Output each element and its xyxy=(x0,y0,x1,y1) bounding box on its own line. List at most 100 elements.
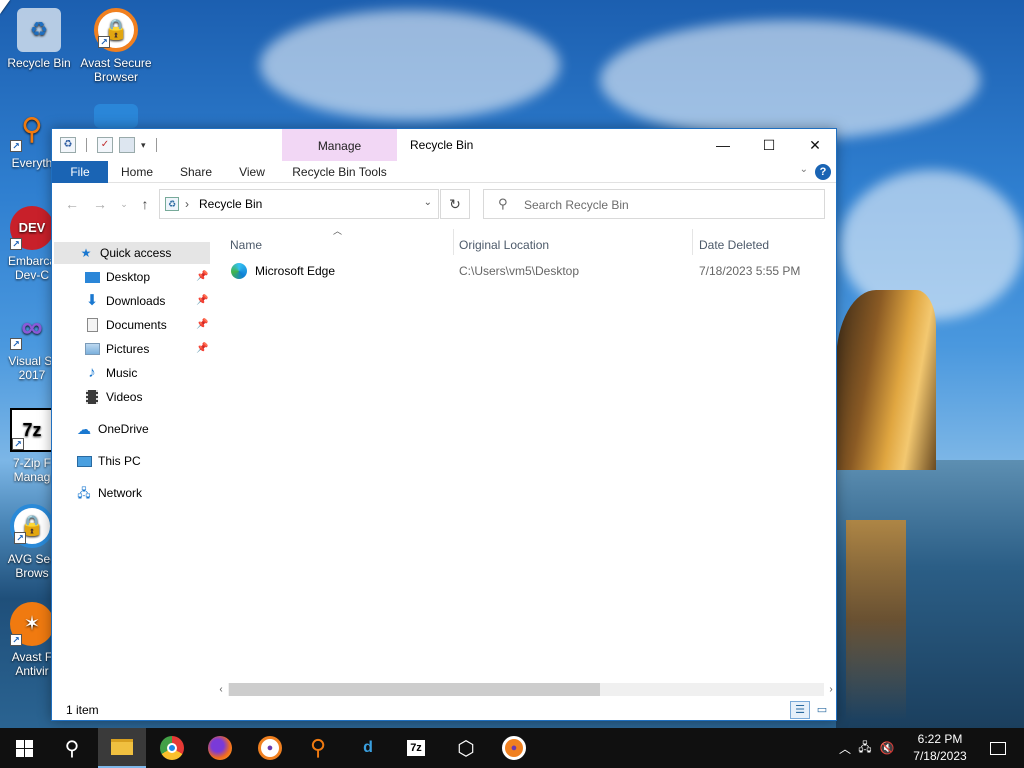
everything-search-icon: ⚲ ↗ xyxy=(10,108,54,152)
horizontal-scrollbar[interactable]: ‹ › xyxy=(214,681,836,698)
column-header-date-deleted[interactable]: Date Deleted xyxy=(699,234,829,256)
new-folder-icon[interactable] xyxy=(119,137,135,153)
scroll-thumb[interactable] xyxy=(229,683,600,696)
network-status-icon[interactable]: 🖧 xyxy=(854,738,876,759)
item-count: 1 item xyxy=(66,703,99,717)
nav-network[interactable]: 🖧 Network xyxy=(76,482,210,504)
qat-dropdown-icon[interactable]: ▾ xyxy=(141,140,146,151)
ribbon-tabs: File Home Share View Recycle Bin Tools ⌄… xyxy=(52,161,836,183)
nav-onedrive[interactable]: ☁ OneDrive xyxy=(76,418,210,440)
windows-logo-icon xyxy=(15,739,33,757)
taskbar-everything[interactable]: ⚲ xyxy=(294,728,342,768)
address-bar[interactable]: ♻ › Recycle Bin ⌄ xyxy=(159,189,439,219)
volume-muted-icon[interactable]: 🔇 xyxy=(876,741,898,755)
list-item[interactable]: Microsoft Edge C:\Users\vm5\Desktop 7/18… xyxy=(227,260,832,282)
search-icon: ⚲ xyxy=(64,737,80,760)
search-button[interactable]: ⚲ xyxy=(48,728,96,768)
desktop-icon-recycle-bin[interactable]: ♻ Recycle Bin xyxy=(1,8,77,70)
tab-share[interactable]: Share xyxy=(170,161,222,183)
music-note-icon: ♪ xyxy=(88,364,96,381)
item-original-location: C:\Users\vm5\Desktop xyxy=(459,264,580,278)
scroll-left-icon[interactable]: ‹ xyxy=(214,681,228,698)
nav-videos[interactable]: Videos xyxy=(84,386,210,408)
column-divider[interactable] xyxy=(692,229,693,255)
pin-icon[interactable]: 📌 xyxy=(196,290,208,312)
nav-documents[interactable]: Documents 📌 xyxy=(84,314,210,336)
back-button[interactable]: ← xyxy=(62,194,82,214)
everything-search-icon: ⚲ xyxy=(309,735,327,760)
nav-label: Downloads xyxy=(106,294,166,308)
taskbar-avast-browser[interactable]: ● xyxy=(246,728,294,768)
mouse-cursor-icon xyxy=(0,0,10,14)
column-divider[interactable] xyxy=(453,229,454,255)
maximize-button[interactable]: ☐ xyxy=(746,129,792,161)
address-dropdown-icon[interactable]: ⌄ xyxy=(424,197,432,208)
desktop-icon-label: Everyth xyxy=(11,156,53,170)
cloud-icon: ☁ xyxy=(77,421,91,437)
pin-icon[interactable]: 📌 xyxy=(196,314,208,336)
column-header-name[interactable]: Name xyxy=(230,234,450,256)
nav-this-pc[interactable]: This PC xyxy=(76,450,210,472)
help-icon[interactable]: ? xyxy=(815,164,831,180)
nav-quick-access[interactable]: ★ Quick access xyxy=(54,242,210,264)
large-icons-view-button[interactable]: ▭ xyxy=(812,701,832,719)
pin-icon[interactable]: 📌 xyxy=(196,266,208,288)
taskbar-firefox[interactable] xyxy=(196,728,244,768)
taskbar-3d-app[interactable]: ⬡ xyxy=(442,728,490,768)
wallpaper-cloud xyxy=(260,10,560,120)
start-button[interactable] xyxy=(0,728,48,768)
taskbar-file-explorer[interactable] xyxy=(98,728,146,768)
avast-antivirus-icon: ✶ ↗ xyxy=(10,602,54,646)
details-view-button[interactable]: ☰ xyxy=(790,701,810,719)
taskbar-chrome[interactable] xyxy=(148,728,196,768)
chevron-down-icon[interactable]: ⌄ xyxy=(800,164,808,175)
nav-label: Music xyxy=(106,366,138,380)
nav-pictures[interactable]: Pictures 📌 xyxy=(84,338,210,360)
document-icon xyxy=(84,317,100,333)
breadcrumb-separator-icon[interactable]: › xyxy=(185,197,189,211)
breadcrumb-recycle-bin[interactable]: Recycle Bin xyxy=(199,197,262,211)
tab-home[interactable]: Home xyxy=(112,161,162,183)
visual-studio-icon: ∞ ↗ xyxy=(10,306,54,350)
wallpaper-reflection xyxy=(846,520,906,720)
file-list: ︿ Name Original Location Date Deleted Mi… xyxy=(222,224,836,679)
scroll-right-icon[interactable]: › xyxy=(824,681,836,698)
nav-music[interactable]: ♪ Music xyxy=(84,362,210,384)
desktop-icon-avast-browser[interactable]: 🔒 ↗ Avast Secure Browser xyxy=(78,8,154,84)
recent-locations-chevron-icon[interactable]: ⌄ xyxy=(114,194,134,214)
nav-label: OneDrive xyxy=(98,422,149,436)
pin-icon[interactable]: 📌 xyxy=(196,338,208,360)
up-button[interactable]: ↑ xyxy=(135,194,155,214)
search-input[interactable]: ⚲ Search Recycle Bin xyxy=(483,189,825,219)
tab-view[interactable]: View xyxy=(228,161,276,183)
shortcut-arrow-icon: ↗ xyxy=(12,438,24,450)
recycle-bin-small-icon[interactable]: ♻ xyxy=(60,137,76,153)
close-button[interactable]: ✕ xyxy=(792,129,836,161)
forward-button[interactable]: → xyxy=(90,194,110,214)
search-placeholder: Search Recycle Bin xyxy=(524,198,629,212)
shortcut-arrow-icon: ↗ xyxy=(10,140,22,152)
clock[interactable]: 6:22 PM 7/18/2023 xyxy=(906,731,974,765)
minimize-button[interactable]: — xyxy=(700,129,746,161)
notification-button[interactable] xyxy=(974,728,1022,768)
column-header-original-location[interactable]: Original Location xyxy=(459,234,689,256)
nav-desktop[interactable]: Desktop 📌 xyxy=(84,266,210,288)
title-bar[interactable]: ♻ ✓ ▾ Manage Recycle Bin — ☐ ✕ xyxy=(52,129,836,181)
firefox-icon xyxy=(208,736,232,760)
nav-downloads[interactable]: ⬇ Downloads 📌 xyxy=(84,290,210,312)
tab-file[interactable]: File xyxy=(52,161,108,183)
picture-icon xyxy=(84,341,100,357)
show-hidden-icons-icon[interactable]: ︿ xyxy=(836,740,854,757)
calendar-app-icon xyxy=(94,104,138,128)
desktop-icon-label: Recycle Bin xyxy=(7,56,71,70)
tab-recycle-bin-tools[interactable]: Recycle Bin Tools xyxy=(282,161,397,182)
taskbar-visual-studio[interactable]: d xyxy=(344,728,392,768)
taskbar-avast[interactable]: ● xyxy=(490,728,538,768)
properties-icon[interactable]: ✓ xyxy=(97,137,113,153)
download-arrow-icon: ⬇ xyxy=(85,292,99,309)
clock-time: 6:22 PM xyxy=(917,732,963,746)
desktop-icon-label: Avast Secure Browser xyxy=(80,56,152,84)
refresh-button[interactable]: ↻ xyxy=(440,189,470,219)
explorer-window[interactable]: ♻ ✓ ▾ Manage Recycle Bin — ☐ ✕ File Home… xyxy=(51,128,837,721)
taskbar-7zip[interactable]: 7z xyxy=(392,728,440,768)
